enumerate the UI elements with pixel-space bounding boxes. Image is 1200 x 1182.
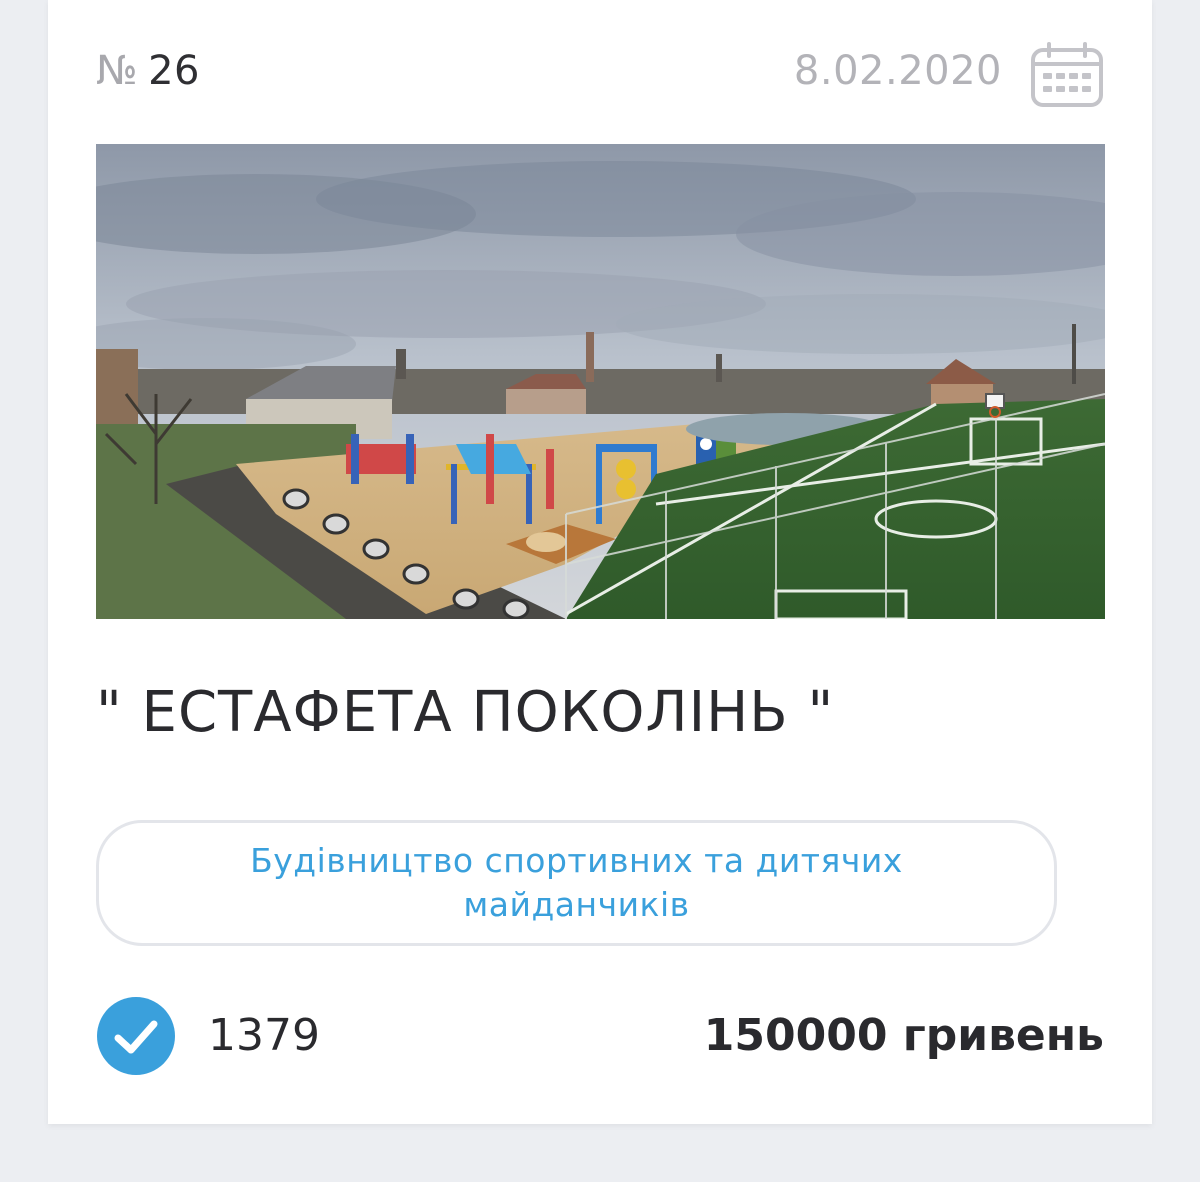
card-footer: 1379 150000 гривень <box>96 996 1104 1078</box>
checkmark-icon[interactable] <box>96 996 176 1076</box>
card-header: № 26 8.02.2020 <box>96 42 1104 112</box>
project-budget: 150000 гривень <box>703 1010 1104 1061</box>
project-image[interactable] <box>96 144 1105 619</box>
project-number: № 26 <box>96 46 200 96</box>
project-date: 8.02.2020 <box>793 48 1002 94</box>
calendar-icon <box>1030 42 1104 108</box>
number-value: 26 <box>148 48 201 94</box>
category-label: Будівництво спортивних та дитячих майдан… <box>250 841 903 924</box>
category-badge[interactable]: Будівництво спортивних та дитячих майдан… <box>96 820 1057 946</box>
number-sign: № <box>96 48 139 94</box>
project-title[interactable]: " ЕСТАФЕТА ПОКОЛІНЬ " <box>96 678 1104 748</box>
votes-count: 1379 <box>208 1010 320 1061</box>
project-card[interactable]: № 26 8.02.2020 " ЕСТАФЕТА ПОКОЛІНЬ " Буд… <box>48 0 1152 1124</box>
project-image-illustration <box>96 144 1105 619</box>
